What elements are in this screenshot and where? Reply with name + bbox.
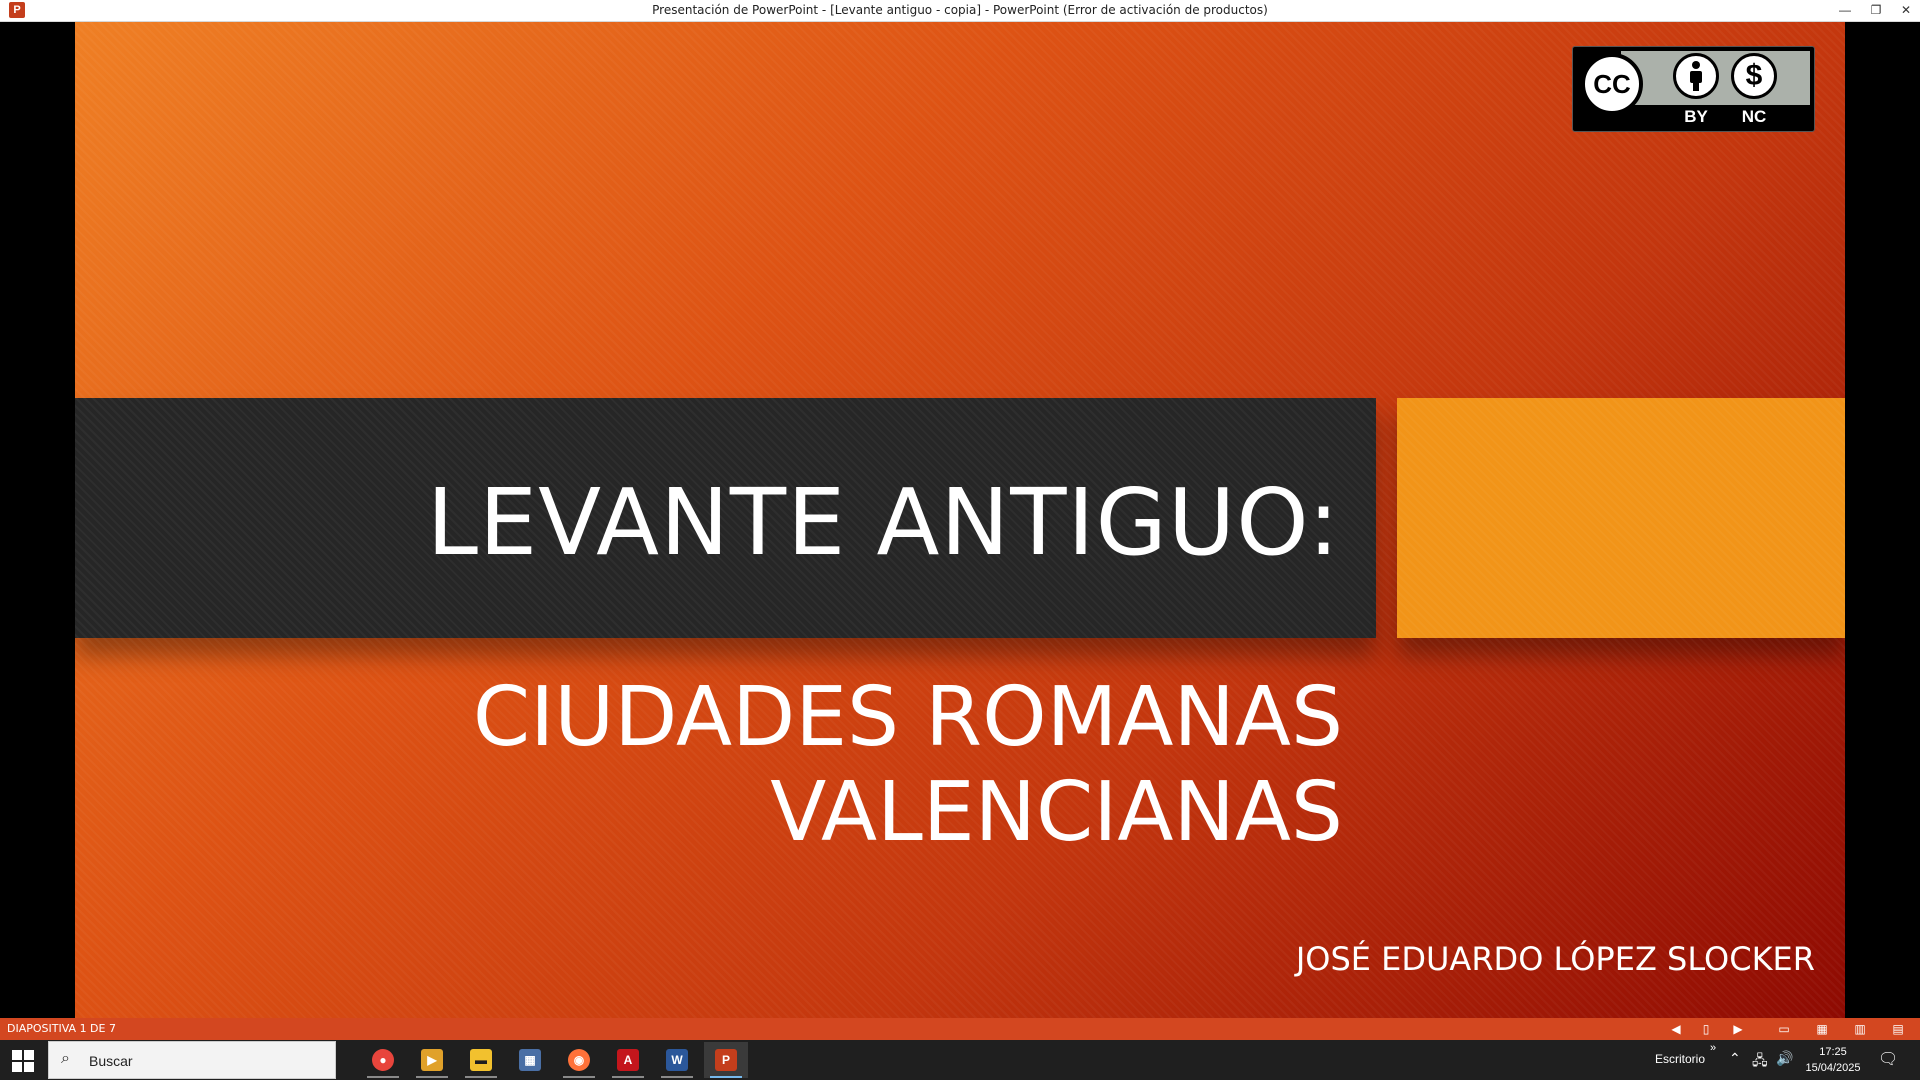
title-bar: P Presentación de PowerPoint - [Levante … — [0, 0, 1920, 22]
taskbar-powerpoint[interactable]: P — [704, 1042, 748, 1078]
taskbar-chrome[interactable]: ● — [361, 1042, 405, 1078]
subtitle-line-2: VALENCIANAS — [770, 765, 1343, 860]
taskbar-file-explorer[interactable]: ▬ — [459, 1042, 503, 1078]
clock-date: 15/04/2025 — [1805, 1062, 1861, 1074]
notes-icon[interactable]: ▯ — [1698, 1021, 1714, 1037]
slideshow-view-icon[interactable]: ▤ — [1890, 1021, 1906, 1037]
search-icon: ⌕ — [61, 1050, 70, 1067]
acrobat-icon: A — [617, 1049, 639, 1071]
notifications-icon[interactable]: 🗨 — [1878, 1049, 1898, 1069]
clock-time: 17:25 — [1819, 1046, 1847, 1058]
slide-title: LEVANTE ANTIGUO: — [426, 469, 1340, 576]
running-indicator — [465, 1076, 497, 1078]
taskbar-word[interactable]: W — [655, 1042, 699, 1078]
next-slide-icon[interactable]: ▶ — [1730, 1021, 1746, 1037]
minimize-button[interactable]: — — [1830, 0, 1860, 20]
search-placeholder: Buscar — [89, 1053, 133, 1069]
close-button[interactable]: ✕ — [1891, 0, 1920, 20]
reading-view-icon[interactable]: ▥ — [1852, 1021, 1868, 1037]
system-clock[interactable]: 17:25 15/04/2025 — [1800, 1044, 1866, 1076]
slideshow-status-bar: DIAPOSITIVA 1 DE 7 ◀ ▯ ▶ ▭ ▦ ▥ ▤ — [0, 1018, 1920, 1040]
running-indicator — [416, 1076, 448, 1078]
show-hidden-icons-chevron[interactable]: ⌃ — [1729, 1050, 1741, 1067]
cc-icon: CC — [1581, 53, 1643, 115]
slide[interactable]: LEVANTE ANTIGUO: CIUDADES ROMANAS VALENC… — [75, 22, 1845, 1018]
subtitle-line-1: CIUDADES ROMANAS — [472, 670, 1343, 765]
slide-sorter-icon[interactable]: ▦ — [1814, 1021, 1830, 1037]
slide-subtitle: CIUDADES ROMANAS VALENCIANAS — [75, 670, 1343, 860]
slide-counter: DIAPOSITIVA 1 DE 7 — [7, 1022, 116, 1035]
firefox-icon: ◉ — [568, 1049, 590, 1071]
restore-button[interactable]: ❐ — [1861, 0, 1891, 20]
file-explorer-icon: ▬ — [470, 1049, 492, 1071]
taskbar-firefox[interactable]: ◉ — [557, 1042, 601, 1078]
desktop-toolbar-label[interactable]: Escritorio — [1655, 1052, 1705, 1066]
windows-start-icon[interactable] — [8, 1048, 38, 1072]
chrome-icon: ● — [372, 1049, 394, 1071]
running-indicator — [563, 1076, 595, 1078]
powerpoint-icon: P — [715, 1049, 737, 1071]
accent-block — [1397, 398, 1845, 638]
slideshow-stage[interactable]: LEVANTE ANTIGUO: CIUDADES ROMANAS VALENC… — [0, 22, 1920, 1018]
taskbar-acrobat[interactable]: A — [606, 1042, 650, 1078]
normal-view-icon[interactable]: ▭ — [1776, 1021, 1792, 1037]
attribution-icon — [1673, 53, 1719, 99]
by-label: BY — [1684, 107, 1708, 126]
taskbar-calculator[interactable]: ▦ — [508, 1042, 552, 1078]
non-commercial-icon: $ — [1731, 53, 1777, 99]
taskbar-search-box[interactable]: ⌕ Buscar — [48, 1041, 336, 1079]
previous-slide-icon[interactable]: ◀ — [1668, 1021, 1684, 1037]
running-indicator — [710, 1076, 742, 1078]
taskbar-media-player[interactable]: ▶ — [410, 1042, 454, 1078]
calculator-icon: ▦ — [519, 1049, 541, 1071]
toolbar-expand-chevron[interactable]: » — [1710, 1042, 1716, 1054]
network-icon[interactable]: 🖧 — [1752, 1050, 1768, 1074]
running-indicator — [367, 1076, 399, 1078]
running-indicator — [661, 1076, 693, 1078]
media-player-icon: ▶ — [421, 1049, 443, 1071]
cc-license-badge: CC $ BY NC — [1572, 46, 1815, 132]
window-title: Presentación de PowerPoint - [Levante an… — [652, 3, 1268, 17]
nc-label: NC — [1741, 107, 1767, 126]
volume-icon[interactable]: 🔊 — [1776, 1050, 1793, 1067]
slide-author: JOSÉ EDUARDO LÓPEZ SLOCKER — [1295, 940, 1815, 978]
running-indicator — [612, 1076, 644, 1078]
word-icon: W — [666, 1049, 688, 1071]
taskbar: ⌕ Buscar ● ▶ ▬ ▦ ◉ A W P Escritorio » ⌃ … — [0, 1040, 1920, 1080]
